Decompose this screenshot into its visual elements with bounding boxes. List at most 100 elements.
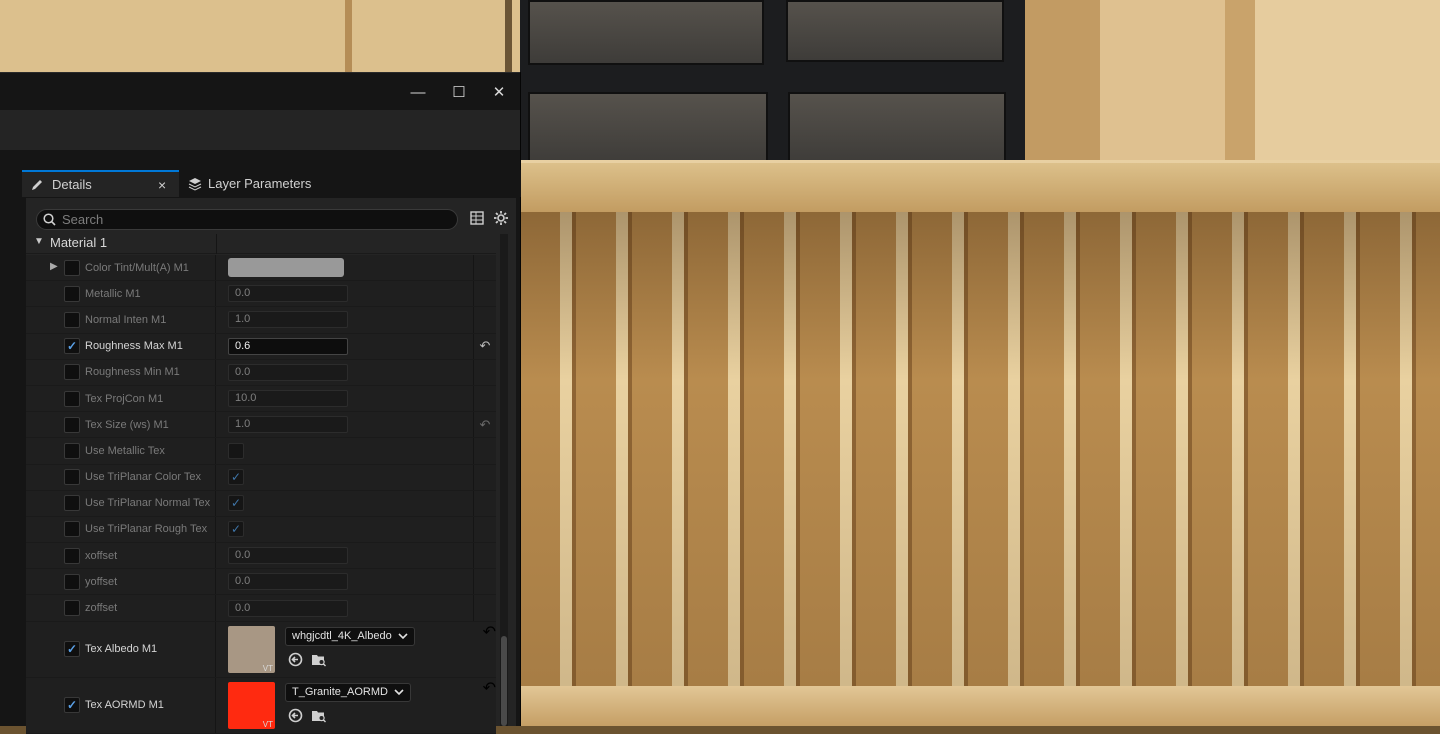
override-checkbox[interactable] xyxy=(64,285,80,302)
override-checkbox[interactable] xyxy=(64,547,80,564)
asset-picker-dropdown[interactable]: T_Granite_AORMD xyxy=(285,682,411,702)
value-field[interactable]: 0.0 xyxy=(228,363,348,381)
override-checkbox[interactable] xyxy=(64,416,80,433)
toolbar xyxy=(0,110,520,150)
param-label: yoffset xyxy=(85,575,118,588)
value-field[interactable]: 1.0 xyxy=(228,416,348,434)
override-checkbox[interactable]: ✓ xyxy=(64,641,80,658)
param-label: Metallic M1 xyxy=(85,287,141,300)
maximize-icon: ☐ xyxy=(452,84,466,101)
override-checkbox[interactable]: ✓ xyxy=(64,697,80,714)
param-row-tex-size: Tex Size (ws) M1 1.0 ↶ xyxy=(26,412,496,439)
override-checkbox[interactable] xyxy=(64,390,80,407)
override-checkbox[interactable] xyxy=(64,521,80,538)
search-icon xyxy=(43,213,56,226)
param-label: Roughness Max M1 xyxy=(85,340,183,353)
param-row-color-tint: ▶ Color Tint/Mult(A) M1 xyxy=(26,255,496,282)
scrollbar[interactable] xyxy=(500,234,508,726)
table-view-icon[interactable] xyxy=(470,211,484,225)
override-checkbox[interactable] xyxy=(64,259,80,276)
param-row-tex-albedo: ✓ Tex Albedo M1 VT whgjcdtl_4K_Albedo ↶ xyxy=(26,621,496,678)
close-window-button[interactable]: ✕ xyxy=(479,73,519,111)
value-field[interactable]: 1.0 xyxy=(228,311,348,329)
pencil-icon xyxy=(32,179,42,190)
value-field[interactable]: 0.0 xyxy=(228,547,348,565)
override-checkbox[interactable]: ✓ xyxy=(64,338,80,355)
search-placeholder: Search xyxy=(62,212,104,227)
override-checkbox[interactable] xyxy=(64,600,80,617)
building-wall xyxy=(0,0,520,72)
asset-picker-dropdown[interactable]: whgjcdtl_4K_Albedo xyxy=(285,626,415,646)
value-field[interactable]: 10.0 xyxy=(228,390,348,408)
asset-name: T_Granite_AORMD xyxy=(292,686,388,699)
value-field[interactable]: 0.0 xyxy=(228,573,348,591)
value-field[interactable]: 0.6 xyxy=(228,337,348,355)
use-selected-asset-icon[interactable] xyxy=(288,708,303,723)
texture-thumbnail[interactable]: VT xyxy=(228,681,275,729)
param-row-yoffset: yoffset 0.0 xyxy=(26,569,496,596)
category-material-1[interactable]: ▼ Material 1 xyxy=(26,234,496,254)
chevron-down-icon xyxy=(394,689,404,696)
building-wall-right xyxy=(1025,0,1440,160)
reset-to-default-icon[interactable]: ↶ xyxy=(474,412,496,437)
param-label: Use Metallic Tex xyxy=(85,444,165,457)
stairs-shading xyxy=(520,212,1440,692)
override-checkbox[interactable] xyxy=(64,469,80,486)
value-checkbox[interactable] xyxy=(228,442,244,459)
scrollbar-thumb[interactable] xyxy=(501,636,507,726)
tab-layer-parameters[interactable]: Layer Parameters xyxy=(184,170,364,197)
check-icon: ✓ xyxy=(66,642,78,657)
chevron-down-icon xyxy=(398,633,408,640)
param-label: Normal Inten M1 xyxy=(85,313,167,326)
param-row-tex-projcon: Tex ProjCon M1 10.0 xyxy=(26,385,496,413)
reset-to-default-icon[interactable]: ↶ xyxy=(483,678,496,733)
maximize-button[interactable]: ☐ xyxy=(439,73,479,111)
param-label: Use TriPlanar Normal Tex xyxy=(85,497,211,510)
use-selected-asset-icon[interactable] xyxy=(288,652,303,667)
value-checkbox[interactable]: ✓ xyxy=(228,521,244,538)
param-row-roughness-max: ✓ Roughness Max M1 0.6 ↶ xyxy=(26,333,496,360)
expand-arrow-icon[interactable]: ▶ xyxy=(50,261,58,272)
override-checkbox[interactable] xyxy=(64,364,80,381)
tab-details[interactable]: Details × xyxy=(22,170,179,197)
reset-to-default-icon[interactable]: ↶ xyxy=(474,334,496,359)
search-input[interactable]: Search xyxy=(36,209,458,230)
color-swatch[interactable] xyxy=(228,258,344,278)
material-instance-editor-window: — ☐ ✕ Details × Layer Parameters Search … xyxy=(0,72,521,734)
param-row-zoffset: zoffset 0.0 xyxy=(26,595,496,622)
param-row-roughness-min: Roughness Min M1 0.0 xyxy=(26,359,496,386)
param-row-use-triplanar-normal: Use TriPlanar Normal Tex ✓ xyxy=(26,490,496,517)
asset-actions xyxy=(288,708,327,723)
value-field[interactable]: 0.0 xyxy=(228,285,348,303)
asset-name: whgjcdtl_4K_Albedo xyxy=(292,630,392,643)
stair-ledge xyxy=(520,686,1440,726)
search-row: Search xyxy=(26,206,516,230)
browse-asset-icon[interactable] xyxy=(311,708,327,723)
tab-layer-parameters-label: Layer Parameters xyxy=(208,176,312,191)
texture-thumbnail[interactable]: VT xyxy=(228,625,275,673)
value-field[interactable]: 0.0 xyxy=(228,599,348,617)
override-checkbox[interactable] xyxy=(64,573,80,590)
param-label: Tex Size (ws) M1 xyxy=(85,418,169,431)
details-panel: Search ▼ Material 1 ▶ Color Tint/Mult(A)… xyxy=(26,198,516,734)
value-checkbox[interactable]: ✓ xyxy=(228,469,244,486)
minimize-button[interactable]: — xyxy=(398,73,438,111)
close-icon: ✕ xyxy=(492,84,506,101)
minimize-icon: — xyxy=(410,83,426,101)
param-row-metallic: Metallic M1 0.0 xyxy=(26,281,496,308)
override-checkbox[interactable] xyxy=(64,495,80,512)
param-row-use-metallic-tex: Use Metallic Tex xyxy=(26,438,496,465)
param-row-xoffset: xoffset 0.0 xyxy=(26,543,496,570)
settings-gear-icon[interactable] xyxy=(493,210,509,226)
param-label: Roughness Min M1 xyxy=(85,366,180,379)
title-bar[interactable]: — ☐ ✕ xyxy=(0,72,520,110)
override-checkbox[interactable] xyxy=(64,442,80,459)
tab-close-icon[interactable]: × xyxy=(158,177,166,193)
asset-actions xyxy=(288,652,327,667)
virtual-texture-badge: VT xyxy=(262,663,273,673)
browse-asset-icon[interactable] xyxy=(311,652,327,667)
reset-to-default-icon[interactable]: ↶ xyxy=(483,622,496,677)
override-checkbox[interactable] xyxy=(64,311,80,328)
value-checkbox[interactable]: ✓ xyxy=(228,495,244,512)
param-label: Color Tint/Mult(A) M1 xyxy=(85,261,189,274)
